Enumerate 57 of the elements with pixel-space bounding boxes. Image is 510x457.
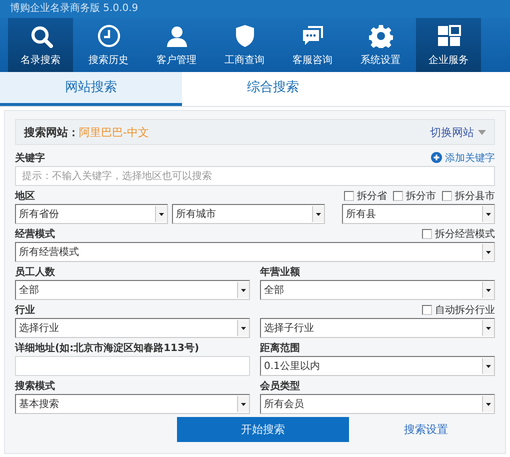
dropdown[interactable]: 所有会员: [260, 394, 495, 414]
checkbox-label: 自动拆分行业: [435, 304, 495, 316]
dropdown[interactable]: 所有城市: [172, 204, 325, 224]
field-label: 距离范围: [260, 341, 300, 354]
checkbox[interactable]: [422, 304, 432, 314]
tab[interactable]: 综合搜索: [182, 72, 364, 106]
grid-icon: [436, 24, 460, 48]
chat-icon: [300, 24, 324, 48]
dropdown[interactable]: 全部: [15, 280, 250, 300]
site-label: 搜索网站：: [24, 124, 79, 140]
checkbox-label: 拆分市: [406, 190, 436, 202]
dropdown[interactable]: 选择子行业: [260, 318, 495, 338]
caret-icon: [478, 130, 486, 134]
checkbox-label: 拆分经营模式: [435, 228, 495, 240]
field-label: 员工人数: [15, 266, 55, 278]
nav-tab[interactable]: 名录搜索: [8, 18, 73, 72]
dropdown[interactable]: 全部: [260, 280, 495, 300]
tab[interactable]: 网站搜索: [0, 72, 182, 106]
field-label: 年营业额: [260, 265, 300, 278]
search-settings-link[interactable]: 搜索设置: [404, 422, 448, 437]
checkbox[interactable]: [442, 190, 452, 200]
nav-tab[interactable]: 企业服务: [416, 18, 481, 72]
checkbox[interactable]: [393, 190, 403, 200]
dropdown[interactable]: 所有经营模式: [15, 242, 495, 262]
start-search-button[interactable]: 开始搜索: [177, 417, 349, 442]
field-label: 详细地址(如:北京市海淀区知春路113号): [15, 341, 200, 354]
text-field[interactable]: 提示：不输入关键字，选择地区也可以搜索: [15, 166, 495, 186]
field-label: 地区: [15, 190, 35, 202]
window-title: 博购企业名录商务版 5.0.0.9: [10, 3, 138, 14]
nav-tab[interactable]: 工商查询: [212, 18, 277, 72]
dropdown[interactable]: 0.1公里以内: [260, 356, 495, 376]
nav-tab[interactable]: 系统设置: [348, 18, 413, 72]
field-label: 关键字: [15, 151, 45, 164]
dropdown[interactable]: 基本搜索: [15, 394, 250, 414]
field-label: 会员类型: [260, 380, 300, 392]
dropdown[interactable]: 所有县: [342, 204, 495, 224]
add-keyword-link[interactable]: 添加关键字: [445, 150, 495, 164]
dropdown[interactable]: 选择行业: [15, 318, 250, 338]
checkbox[interactable]: [344, 190, 354, 200]
person-icon: [164, 24, 188, 48]
checkbox-label: 拆分省: [357, 190, 387, 202]
field-label: 搜索模式: [15, 380, 55, 392]
field-label: 行业: [15, 304, 35, 316]
settings-icon: [368, 24, 392, 48]
field-label: 经营模式: [15, 228, 55, 240]
nav-tab[interactable]: 客服咨询: [280, 18, 345, 72]
clock-icon: [96, 24, 120, 48]
checkbox[interactable]: [422, 228, 432, 238]
checkbox-label: 拆分县市: [455, 190, 495, 202]
site-name: 阿里巴巴-中文: [79, 124, 149, 140]
text-field[interactable]: [15, 356, 250, 376]
add-icon: [431, 152, 442, 163]
nav-tab[interactable]: 搜索历史: [76, 18, 141, 72]
switch-site-link[interactable]: 切换网站: [430, 124, 474, 140]
nav-tab[interactable]: 客户管理: [144, 18, 209, 72]
search-icon: [28, 24, 52, 48]
dropdown[interactable]: 所有省份: [15, 204, 168, 224]
